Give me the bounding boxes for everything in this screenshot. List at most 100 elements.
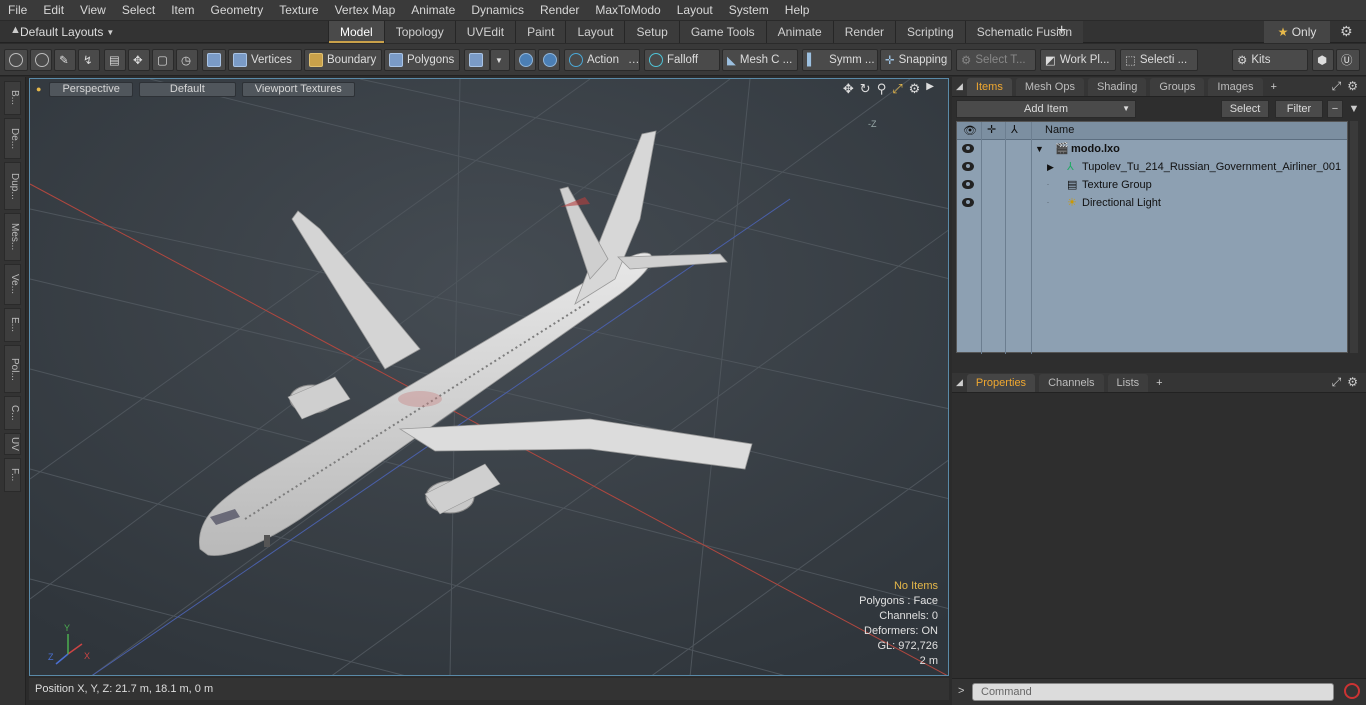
vertices-button[interactable]: Vertices <box>228 49 302 71</box>
panel-gear-icon[interactable]: ⚙ <box>1347 79 1358 94</box>
tree-scrollbar[interactable] <box>1350 121 1358 353</box>
left-tab-0[interactable]: B... <box>4 81 21 115</box>
filter-button[interactable]: Filter <box>1275 100 1323 118</box>
maximize-icon[interactable]: ⤢ <box>892 81 902 97</box>
props-tab-channels[interactable]: Channels <box>1039 373 1104 392</box>
mesh-constraints-button[interactable]: ◣ Mesh C ... <box>722 49 798 71</box>
tree-row-texture-group[interactable]: · ▤ Texture Group <box>957 176 1347 194</box>
play-icon[interactable]: ▶ <box>926 81 934 97</box>
move-icon[interactable]: ✥ <box>843 81 854 97</box>
kits-button[interactable]: ⚙ Kits <box>1232 49 1308 71</box>
boundary-button[interactable]: Boundary <box>304 49 382 71</box>
command-input[interactable]: Command <box>972 683 1334 701</box>
left-tab-2[interactable]: Dup... <box>4 162 21 210</box>
panel-gear-icon[interactable]: ⚙ <box>1347 375 1358 390</box>
items-tab-shading[interactable]: Shading <box>1087 77 1147 96</box>
settings-icon[interactable]: ⚙ <box>909 81 921 97</box>
menu-vertex-map[interactable]: Vertex Map <box>327 0 404 21</box>
items-tab-mesh-ops[interactable]: Mesh Ops <box>1015 77 1084 96</box>
snapping-button[interactable]: ✛ Snapping <box>880 49 952 71</box>
left-tab-6[interactable]: Pol... <box>4 345 21 393</box>
shield-alt-icon[interactable] <box>538 49 560 71</box>
collapse-icon[interactable]: − <box>1327 100 1343 118</box>
left-tab-5[interactable]: E... <box>4 308 21 342</box>
stack-icon[interactable]: ▤ <box>104 49 126 71</box>
clock-icon[interactable]: ◷ <box>176 49 198 71</box>
perspective-button[interactable]: Perspective <box>49 81 133 97</box>
tab-model[interactable]: Model <box>328 21 384 43</box>
menu-view[interactable]: View <box>72 0 114 21</box>
menu-help[interactable]: Help <box>777 0 818 21</box>
expand-arrow-icon[interactable]: ▼ <box>1035 140 1044 158</box>
items-tab-images[interactable]: Images <box>1208 77 1263 96</box>
record-icon[interactable] <box>1344 683 1360 699</box>
item-tree[interactable]: 👁 ✛ ⅄ Name ▼ 🎬 modo.lxo ▶ ⅄ Tupolev_Tu_2… <box>956 121 1348 354</box>
work-plane-button[interactable]: ◩ Work Pl... <box>1040 49 1116 71</box>
expand-icon[interactable]: ⤢ <box>1332 375 1342 390</box>
unreal-icon[interactable]: Ⓤ <box>1336 49 1360 71</box>
3d-viewport[interactable]: X Y Z -Z ● Perspective Default Viewport … <box>29 78 949 676</box>
brush-icon[interactable]: ↯ <box>78 49 100 71</box>
selection-sets-button[interactable]: ⬚ Selecti ... <box>1120 49 1198 71</box>
add-tab-icon[interactable]: + <box>1057 22 1066 40</box>
tab-topology[interactable]: Topology <box>383 21 455 43</box>
menu-maxtomodo[interactable]: MaxToModo <box>587 0 668 21</box>
props-tab-lists[interactable]: Lists <box>1107 373 1149 392</box>
menu-select[interactable]: Select <box>114 0 163 21</box>
square-icon[interactable]: ▢ <box>152 49 174 71</box>
symmetry-button[interactable]: ▌ Symm ... <box>802 49 878 71</box>
zoom-icon[interactable]: ⚲ <box>877 81 887 97</box>
panel-menu-icon[interactable]: ◢ <box>956 377 963 388</box>
unity-icon[interactable]: ⬢ <box>1312 49 1334 71</box>
add-item-button[interactable]: Add Item ▼ <box>956 100 1136 118</box>
add-panel-tab-icon[interactable]: + <box>1152 374 1166 392</box>
item-mode-icon[interactable] <box>202 49 226 71</box>
tab-game-tools[interactable]: Game Tools <box>678 21 766 43</box>
gear-icon[interactable]: ⚙ <box>1340 23 1353 40</box>
add-panel-tab-icon[interactable]: + <box>1267 78 1281 96</box>
expand-icon[interactable]: ⤢ <box>1332 79 1342 94</box>
pen-icon[interactable]: ✎ <box>54 49 76 71</box>
layouts-dropdown[interactable]: ▲ Default Layouts ▼ <box>4 21 114 43</box>
menu-texture[interactable]: Texture <box>271 0 326 21</box>
funnel-icon[interactable]: ▼ <box>1346 100 1362 118</box>
menu-item[interactable]: Item <box>163 0 202 21</box>
falloff-button[interactable]: Falloff <box>644 49 720 71</box>
transform-icon[interactable]: ✥ <box>128 49 150 71</box>
material-dropdown[interactable]: ▼ <box>490 49 510 71</box>
shield-icon[interactable] <box>514 49 536 71</box>
tree-row-mesh[interactable]: ▶ ⅄ Tupolev_Tu_214_Russian_Government_Ai… <box>957 158 1347 176</box>
left-tab-3[interactable]: Mes... <box>4 213 21 261</box>
select-through-button[interactable]: ⚙ Select T... <box>956 49 1036 71</box>
tab-setup[interactable]: Setup <box>624 21 679 43</box>
select-mode-icon[interactable] <box>4 49 28 71</box>
tree-row-light[interactable]: · ☀ Directional Light <box>957 194 1347 212</box>
menu-layout[interactable]: Layout <box>669 0 721 21</box>
left-tab-4[interactable]: Ve... <box>4 264 21 305</box>
material-button[interactable] <box>464 49 490 71</box>
tab-layout[interactable]: Layout <box>565 21 625 43</box>
select-button[interactable]: Select <box>1221 100 1269 118</box>
props-tab-properties[interactable]: Properties <box>966 373 1036 392</box>
viewport-textures-button[interactable]: Viewport Textures <box>241 81 355 97</box>
items-tab-items[interactable]: Items <box>966 77 1012 96</box>
menu-dynamics[interactable]: Dynamics <box>463 0 532 21</box>
shading-default-button[interactable]: Default <box>138 81 236 97</box>
menu-animate[interactable]: Animate <box>403 0 463 21</box>
eye-icon[interactable] <box>962 198 974 207</box>
collapse-arrow-icon[interactable]: ▶ <box>1047 158 1054 176</box>
tab-paint[interactable]: Paint <box>515 21 566 43</box>
tab-uvedit[interactable]: UVEdit <box>454 21 516 43</box>
eye-icon[interactable] <box>962 144 974 153</box>
tab-scripting[interactable]: Scripting <box>895 21 965 43</box>
left-tab-1[interactable]: De... <box>4 118 21 159</box>
tab-render[interactable]: Render <box>832 21 896 43</box>
menu-edit[interactable]: Edit <box>35 0 72 21</box>
tree-row-scene[interactable]: ▼ 🎬 modo.lxo <box>957 140 1347 158</box>
menu-file[interactable]: File <box>0 0 35 21</box>
tab-animate[interactable]: Animate <box>765 21 833 43</box>
name-column-header[interactable]: Name <box>1045 124 1074 136</box>
menu-geometry[interactable]: Geometry <box>203 0 272 21</box>
rotate-icon[interactable]: ↻ <box>860 81 871 97</box>
polygons-button[interactable]: Polygons <box>384 49 460 71</box>
